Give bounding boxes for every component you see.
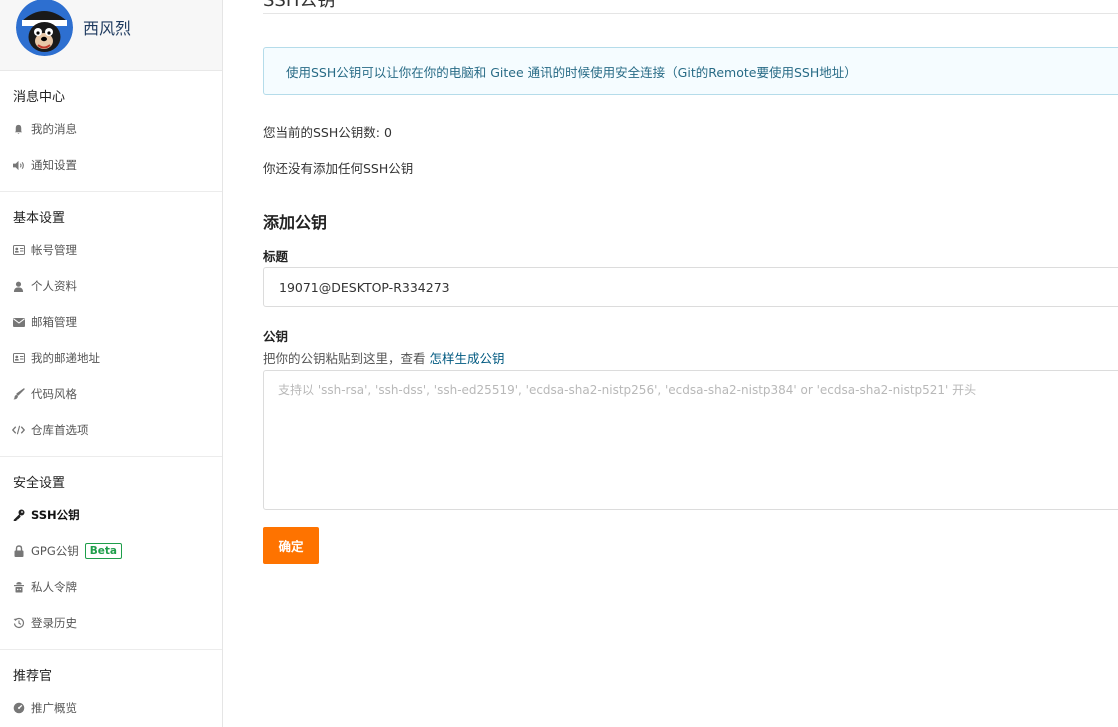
sidebar-item-profile[interactable]: 个人资料 bbox=[0, 268, 222, 304]
key-title-input[interactable] bbox=[263, 267, 1118, 307]
key-icon bbox=[12, 509, 25, 522]
avatar[interactable] bbox=[16, 0, 73, 56]
key-hint-text: 把你的公钥粘贴到这里，查看 bbox=[263, 351, 426, 366]
dashboard-icon bbox=[12, 702, 25, 715]
history-icon bbox=[12, 617, 25, 630]
beta-badge: Beta bbox=[84, 543, 122, 559]
user-icon bbox=[12, 280, 25, 293]
sidebar-item-label: 代码风格 bbox=[31, 387, 77, 401]
sidebar-item-my-messages[interactable]: 我的消息 bbox=[0, 111, 222, 147]
sidebar-item-label: 仓库首选项 bbox=[31, 423, 89, 437]
menu-group-security-settings: 安全设置 SSH公钥 GPG公钥 Beta 私人令牌 登录历史 bbox=[0, 457, 222, 650]
group-title: 推荐官 bbox=[13, 669, 53, 684]
sidebar-item-private-tokens[interactable]: 私人令牌 bbox=[0, 569, 222, 605]
sidebar-item-login-history[interactable]: 登录历史 bbox=[0, 605, 222, 641]
menu-group-basic-settings: 基本设置 帐号管理 个人资料 邮箱管理 我的邮递地址 代码风格 仓库首选项 bbox=[0, 192, 222, 457]
sidebar-item-label: 我的邮递地址 bbox=[31, 351, 100, 365]
bell-icon bbox=[12, 123, 25, 136]
sidebar-item-label: GPG公钥 bbox=[31, 544, 79, 558]
sidebar-item-label: 邮箱管理 bbox=[31, 315, 77, 329]
code-icon bbox=[12, 424, 25, 437]
sidebar-item-gpg-keys[interactable]: GPG公钥 Beta bbox=[0, 533, 222, 569]
tip-text: 使用SSH公钥可以让你在你的电脑和 Gitee 通讯的时候使用安全连接（Git的… bbox=[286, 64, 857, 80]
sidebar-item-label: 登录历史 bbox=[31, 616, 77, 630]
sidebar-item-account[interactable]: 帐号管理 bbox=[0, 232, 222, 268]
page-title: SSH公钥 bbox=[263, 0, 1118, 14]
public-key-label: 公钥 bbox=[263, 329, 289, 344]
sidebar-item-label: 个人资料 bbox=[31, 279, 77, 293]
sidebar-item-label: 私人令牌 bbox=[31, 580, 77, 594]
user-name[interactable]: 西风烈 bbox=[83, 15, 131, 39]
sidebar-item-email[interactable]: 邮箱管理 bbox=[0, 304, 222, 340]
sidebar: 西风烈 消息中心 我的消息 通知设置 基本设置 帐号管理 个人资料 邮箱管理 我… bbox=[0, 0, 223, 727]
sidebar-item-label: 帐号管理 bbox=[31, 243, 77, 257]
id-card-icon bbox=[12, 244, 25, 257]
menu-group-recommender: 推荐官 推广概览 bbox=[0, 650, 222, 727]
how-to-generate-key-link[interactable]: 怎样生成公钥 bbox=[430, 351, 505, 366]
sidebar-item-label: 通知设置 bbox=[31, 158, 77, 172]
sidebar-item-ssh-keys[interactable]: SSH公钥 bbox=[0, 497, 222, 533]
brush-icon bbox=[12, 388, 25, 401]
key-hint: 把你的公钥粘贴到这里，查看 怎样生成公钥 bbox=[263, 348, 505, 367]
envelope-icon bbox=[12, 316, 25, 329]
key-count-text: 您当前的SSH公钥数: 0 bbox=[263, 125, 392, 140]
public-key-textarea[interactable] bbox=[263, 370, 1118, 510]
main-content: SSH公钥 使用SSH公钥可以让你在你的电脑和 Gitee 通讯的时候使用安全连… bbox=[263, 0, 1118, 727]
group-title: 消息中心 bbox=[13, 90, 66, 105]
sidebar-item-repo-preferences[interactable]: 仓库首选项 bbox=[0, 412, 222, 448]
token-icon bbox=[12, 581, 25, 594]
address-card-icon bbox=[12, 352, 25, 365]
sidebar-item-notification-settings[interactable]: 通知设置 bbox=[0, 147, 222, 183]
group-title: 安全设置 bbox=[13, 476, 66, 491]
sidebar-item-label: 我的消息 bbox=[31, 122, 77, 136]
lock-icon bbox=[12, 545, 25, 558]
sidebar-item-label: 推广概览 bbox=[31, 701, 77, 715]
add-key-section-title: 添加公钥 bbox=[263, 213, 328, 232]
group-title: 基本设置 bbox=[13, 211, 66, 226]
sidebar-item-mailing-address[interactable]: 我的邮递地址 bbox=[0, 340, 222, 376]
sidebar-item-label: SSH公钥 bbox=[31, 508, 80, 522]
profile-header: 西风烈 bbox=[0, 0, 222, 71]
confirm-button[interactable]: 确定 bbox=[263, 527, 319, 564]
menu-group-messages: 消息中心 我的消息 通知设置 bbox=[0, 71, 222, 192]
title-label: 标题 bbox=[263, 249, 289, 264]
no-keys-text: 你还没有添加任何SSH公钥 bbox=[263, 161, 414, 176]
info-tip: 使用SSH公钥可以让你在你的电脑和 Gitee 通讯的时候使用安全连接（Git的… bbox=[263, 47, 1118, 95]
sidebar-item-promotion-overview[interactable]: 推广概览 bbox=[0, 690, 222, 726]
volume-icon bbox=[12, 159, 25, 172]
sidebar-item-code-style[interactable]: 代码风格 bbox=[0, 376, 222, 412]
